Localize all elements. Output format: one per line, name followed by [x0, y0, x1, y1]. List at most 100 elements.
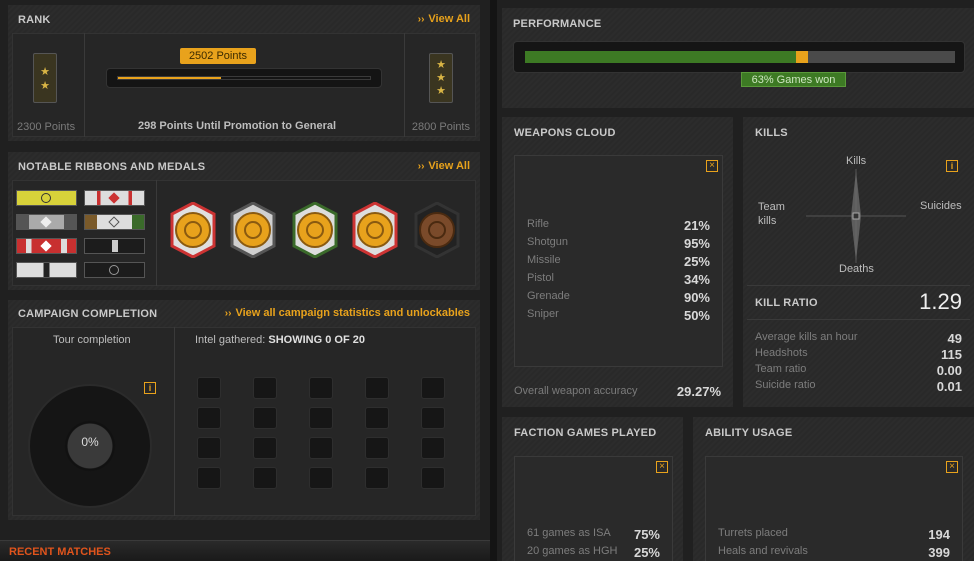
rank-right-points: 2800 Points: [411, 121, 470, 133]
campaign-title: CAMPAIGN COMPLETION: [18, 308, 158, 320]
ability-title: ABILITY USAGE: [705, 427, 793, 439]
info-icon[interactable]: i: [144, 382, 156, 394]
weapons-title: WEAPONS CLOUD: [514, 127, 616, 139]
ability-panel: ABILITY USAGE × Turrets placed 194 Heals a…: [693, 417, 974, 561]
close-icon[interactable]: ×: [656, 461, 668, 473]
ribbon-5[interactable]: [16, 238, 77, 254]
stat-label: Missile: [527, 254, 561, 266]
intel-slot[interactable]: [253, 407, 277, 429]
stat-value: 50%: [683, 308, 710, 323]
stat-label: Rifle: [527, 218, 550, 230]
medal-5[interactable]: [414, 201, 460, 259]
stat-label: Sniper: [527, 308, 559, 320]
intel-slot[interactable]: [253, 437, 277, 459]
stat-row: Grenade 90%: [515, 290, 722, 308]
ribbon-2[interactable]: [84, 190, 145, 206]
weapons-cloud-box: × Rifle 21% Shotgun 95% Missile 25% Pistol 34% G…: [514, 155, 723, 367]
intel-slot[interactable]: [421, 467, 445, 489]
stat-label: Grenade: [527, 290, 570, 302]
intel-slot[interactable]: [365, 407, 389, 429]
intel-slot[interactable]: [197, 377, 221, 399]
stat-value: 0.01: [936, 379, 962, 394]
accuracy-value: 29.27%: [676, 384, 721, 399]
intel-slot[interactable]: [253, 467, 277, 489]
rank-title: RANK: [18, 14, 51, 26]
weapons-panel: WEAPONS CLOUD × Rifle 21% Shotgun 95% Missil…: [502, 117, 733, 407]
intel-slot[interactable]: [253, 377, 277, 399]
rank-left-points: 2300 Points: [17, 121, 76, 133]
stat-value: 0.00: [936, 363, 962, 378]
stat-value: 90%: [683, 290, 710, 305]
stat-label: Team ratio: [755, 363, 807, 375]
stat-value: 34%: [683, 272, 710, 287]
kill-ratio-label: KILL RATIO: [755, 297, 818, 309]
medal-3[interactable]: [292, 201, 338, 259]
tour-completion-label: Tour completion: [53, 334, 131, 346]
stat-row: Turrets placed 194: [706, 527, 962, 545]
stat-value: 194: [928, 527, 950, 542]
intel-slot[interactable]: [197, 407, 221, 429]
intel-slot[interactable]: [309, 437, 333, 459]
ribbon-3[interactable]: [16, 214, 77, 230]
stat-row: Shotgun 95%: [515, 236, 722, 254]
intel-slot[interactable]: [197, 437, 221, 459]
recent-matches-title: RECENT MATCHES: [9, 546, 111, 558]
intel-slot[interactable]: [309, 377, 333, 399]
stat-value: 399: [928, 545, 950, 560]
kills-axis-top: Kills: [846, 155, 867, 167]
ribbon-6[interactable]: [84, 238, 145, 254]
medal-2[interactable]: [230, 201, 276, 259]
intel-slot[interactable]: [421, 407, 445, 429]
ribbons-panel: NOTABLE RIBBONS AND MEDALS ›› View All: [8, 152, 480, 290]
intel-slot[interactable]: [421, 377, 445, 399]
intel-slot[interactable]: [197, 467, 221, 489]
performance-marker: [796, 51, 808, 63]
stat-label: Turrets placed: [718, 527, 788, 539]
ribbon-8[interactable]: [84, 262, 145, 278]
intel-slot[interactable]: [309, 407, 333, 429]
current-rank-insignia: ★ ★: [33, 53, 57, 103]
rank-points-badge: 2502 Points: [180, 48, 256, 64]
stat-value: 49: [947, 331, 962, 346]
medal-1[interactable]: [170, 201, 216, 259]
stat-row: Suicide ratio 0.01: [743, 379, 974, 397]
campaign-stats-link[interactable]: ›› View all campaign statistics and unloc…: [225, 307, 470, 319]
ribbons-view-all-link[interactable]: ›› View All: [418, 160, 470, 172]
stat-value: 75%: [633, 527, 660, 542]
info-icon[interactable]: i: [946, 160, 958, 172]
intel-slot[interactable]: [421, 437, 445, 459]
stat-label: Pistol: [527, 272, 554, 284]
kills-axis-left: Team kills: [758, 201, 785, 227]
intel-slot[interactable]: [309, 467, 333, 489]
intel-gathered: Intel gathered: SHOWING 0 OF 20: [195, 334, 365, 346]
recent-matches-bar[interactable]: RECENT MATCHES: [0, 540, 490, 561]
stat-value: 115: [941, 347, 962, 362]
next-rank-insignia: ★ ★ ★: [429, 53, 453, 103]
ribbon-4[interactable]: [84, 214, 145, 230]
stat-value: 95%: [683, 236, 710, 251]
intel-slot[interactable]: [365, 467, 389, 489]
ribbon-1[interactable]: [16, 190, 77, 206]
stat-row: Rifle 21%: [515, 218, 722, 236]
promotion-text: 298 Points Until Promotion to General: [138, 120, 337, 132]
rank-progress-track: [106, 68, 382, 88]
ability-box: × Turrets placed 194 Heals and revivals 399: [705, 456, 963, 561]
stat-row: Heals and revivals 399: [706, 545, 962, 561]
kills-axis-right: Suicides: [920, 200, 962, 212]
accuracy-label: Overall weapon accuracy: [514, 385, 638, 397]
medal-4[interactable]: [352, 201, 398, 259]
close-icon[interactable]: ×: [706, 160, 718, 172]
stat-row: Pistol 34%: [515, 272, 722, 290]
stat-label: Shotgun: [527, 236, 568, 248]
stats-page: RANK ›› View All ★ ★ ★ ★ ★ 2502 Points 2300 …: [0, 0, 974, 561]
stat-label: Suicide ratio: [755, 379, 816, 391]
stat-value: 21%: [683, 218, 710, 233]
faction-box: × 61 games as ISA 75% 20 games as HGH 25%: [514, 456, 673, 561]
ribbon-7[interactable]: [16, 262, 77, 278]
kills-title: KILLS: [755, 127, 788, 139]
rank-view-all-link[interactable]: ›› View All: [418, 13, 470, 25]
close-icon[interactable]: ×: [946, 461, 958, 473]
intel-slot[interactable]: [365, 377, 389, 399]
intel-slot[interactable]: [365, 437, 389, 459]
stat-row: Missile 25%: [515, 254, 722, 272]
